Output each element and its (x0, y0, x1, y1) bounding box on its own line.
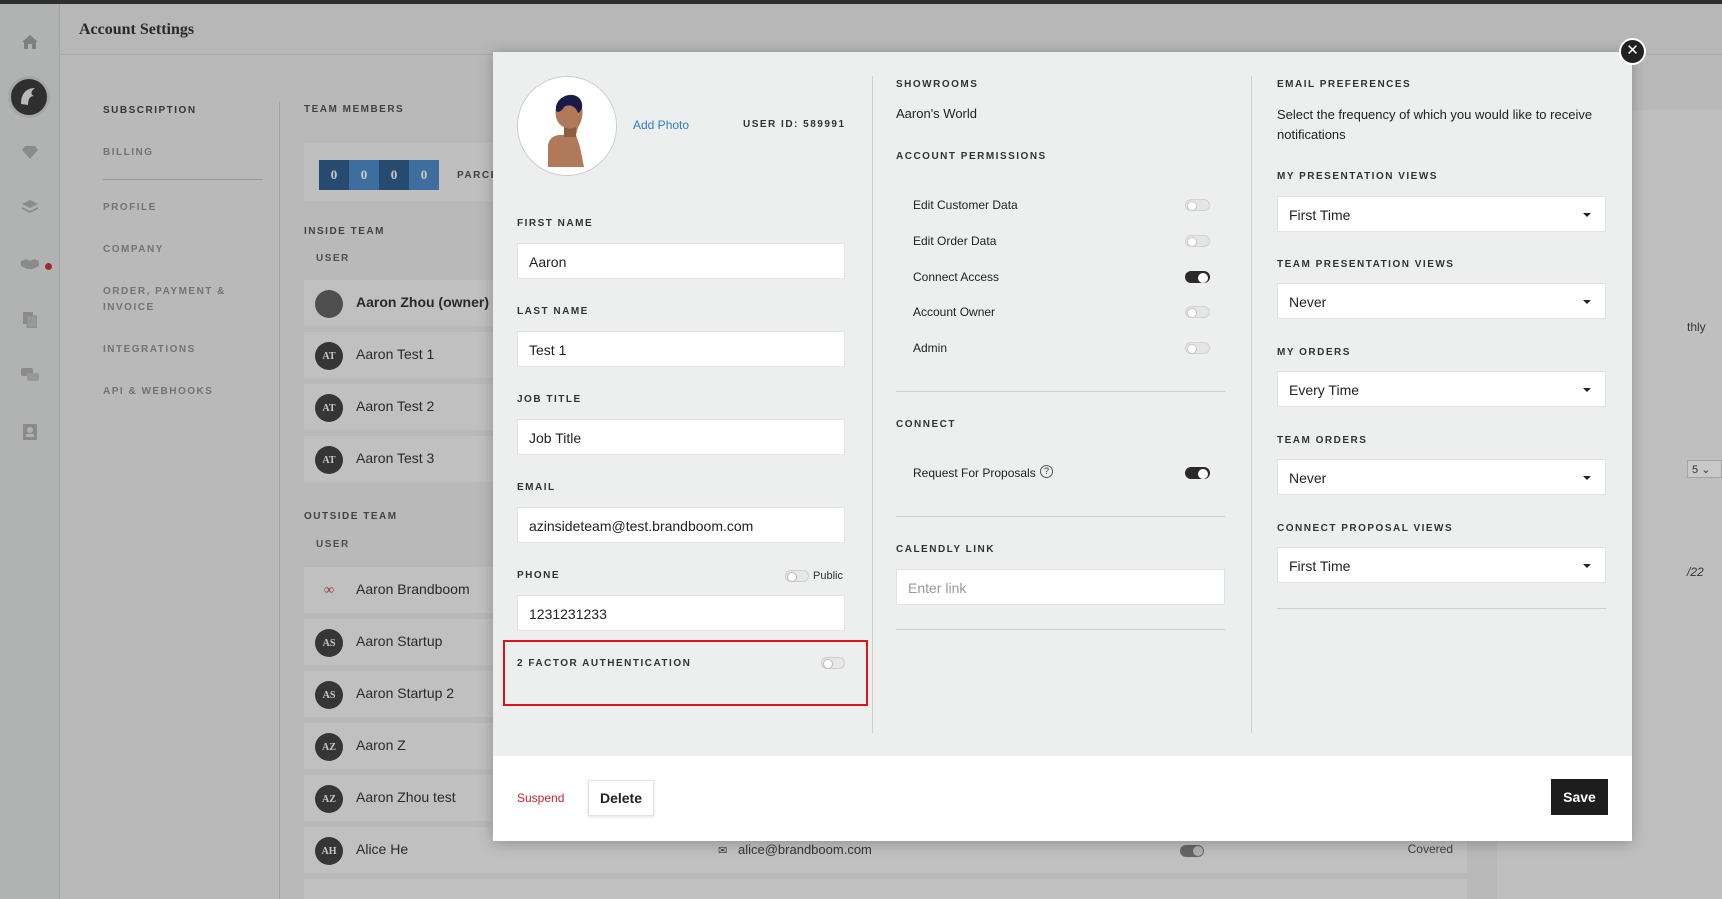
select-value: Every Time (1289, 382, 1360, 398)
account-owner-toggle[interactable] (1185, 306, 1210, 318)
caret-down-icon (1583, 300, 1591, 304)
user-id: USER ID: 589991 (743, 119, 846, 130)
help-icon[interactable]: ? (1040, 465, 1053, 478)
select-value: Never (1289, 470, 1327, 486)
public-label: Public (813, 570, 843, 582)
showroom-name: Aaron's World (896, 106, 977, 121)
save-button[interactable]: Save (1551, 779, 1608, 815)
first-name-label: FIRST NAME (517, 218, 594, 229)
first-name-field[interactable]: Aaron (517, 243, 845, 279)
connect-proposal-views-select[interactable]: First Time (1277, 547, 1606, 583)
profile-photo[interactable] (517, 76, 617, 176)
select-value: Never (1289, 294, 1327, 310)
showrooms-label: SHOWROOMS (896, 79, 979, 90)
calendly-link-label: CALENDLY LINK (896, 544, 995, 555)
two-factor-highlight (503, 640, 868, 706)
email-preferences-label: EMAIL PREFERENCES (1277, 79, 1412, 90)
last-name-field[interactable]: Test 1 (517, 331, 845, 367)
avatar-illustration (518, 77, 616, 175)
last-name-label: LAST NAME (517, 306, 589, 317)
my-orders-select[interactable]: Every Time (1277, 371, 1606, 407)
edit-order-data-toggle[interactable] (1185, 235, 1210, 247)
account-permissions-label: ACCOUNT PERMISSIONS (896, 151, 1047, 162)
connect-access-toggle[interactable] (1185, 271, 1210, 283)
my-presentation-views-select[interactable]: First Time (1277, 196, 1606, 232)
pref-label: MY PRESENTATION VIEWS (1277, 171, 1438, 182)
phone-label: PHONE (517, 570, 561, 581)
pref-label: MY ORDERS (1277, 347, 1351, 358)
email-label: EMAIL (517, 482, 556, 493)
caret-down-icon (1583, 388, 1591, 392)
permission-label: Admin (913, 341, 948, 355)
permission-label: Connect Access (913, 270, 1000, 284)
section-divider (896, 629, 1225, 630)
job-title-field[interactable]: Job Title (517, 419, 845, 455)
suspend-button[interactable]: Suspend (517, 791, 564, 805)
permission-label: Edit Customer Data (913, 198, 1018, 212)
phone-public-toggle[interactable] (785, 570, 809, 582)
phone-field[interactable]: 1231231233 (517, 595, 845, 631)
permission-label: Edit Order Data (913, 234, 997, 248)
edit-customer-data-toggle[interactable] (1185, 199, 1210, 211)
two-factor-label: 2 FACTOR AUTHENTICATION (517, 658, 692, 669)
two-factor-toggle[interactable] (821, 657, 845, 669)
rfp-label: Request For Proposals (913, 466, 1036, 480)
pref-label: TEAM PRESENTATION VIEWS (1277, 259, 1455, 270)
add-photo-link[interactable]: Add Photo (633, 118, 689, 132)
email-field[interactable]: azinsideteam@test.brandboom.com (517, 507, 845, 543)
section-divider (1277, 608, 1606, 609)
pref-label: TEAM ORDERS (1277, 435, 1368, 446)
calendly-link-input[interactable]: Enter link (896, 569, 1225, 605)
pref-label: CONNECT PROPOSAL VIEWS (1277, 523, 1454, 534)
email-preferences-description: Select the frequency of which you would … (1277, 107, 1593, 142)
edit-user-modal: Add Photo USER ID: 589991 FIRST NAME Aar… (493, 52, 1632, 841)
column-divider (1251, 76, 1252, 733)
section-divider (896, 391, 1225, 392)
delete-button[interactable]: Delete (588, 780, 654, 816)
team-presentation-views-select[interactable]: Never (1277, 283, 1606, 319)
caret-down-icon (1583, 476, 1591, 480)
column-divider (872, 76, 873, 733)
job-title-label: JOB TITLE (517, 394, 582, 405)
modal-footer: Suspend Delete Save (493, 756, 1632, 841)
connect-label: CONNECT (896, 419, 956, 430)
select-value: First Time (1289, 207, 1351, 223)
request-for-proposals-toggle[interactable] (1185, 467, 1210, 479)
close-icon[interactable]: ✕ (1619, 38, 1646, 65)
section-divider (896, 516, 1225, 517)
select-value: First Time (1289, 558, 1351, 574)
team-orders-select[interactable]: Never (1277, 459, 1606, 495)
caret-down-icon (1583, 213, 1591, 217)
permission-label: Account Owner (913, 305, 996, 319)
admin-toggle[interactable] (1185, 342, 1210, 354)
caret-down-icon (1583, 564, 1591, 568)
